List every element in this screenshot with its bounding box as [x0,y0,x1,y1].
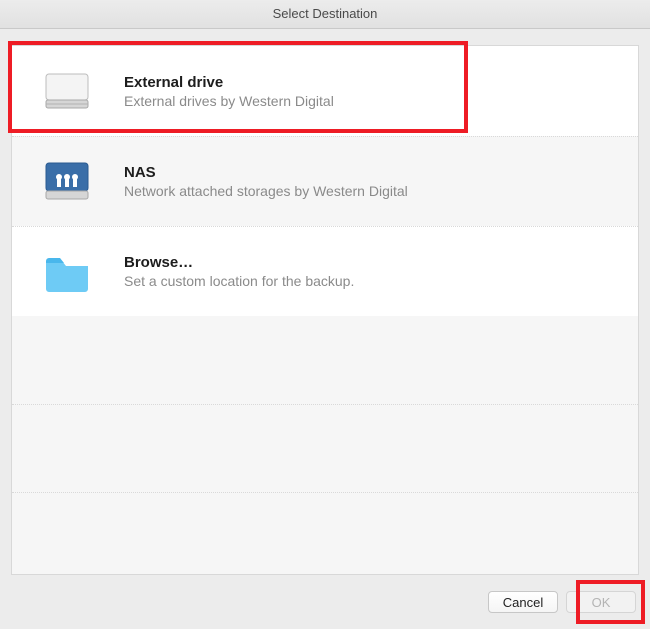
nas-drive-icon [40,155,94,209]
window-title: Select Destination [0,0,650,29]
destination-option-browse[interactable]: Browse… Set a custom location for the ba… [12,226,638,316]
destination-option-title: NAS [124,164,408,181]
empty-list-area [12,316,638,574]
destination-option-title: Browse… [124,254,354,271]
ok-button[interactable]: OK [566,591,636,613]
destination-option-subtitle: External drives by Western Digital [124,93,334,109]
destination-option-subtitle: Network attached storages by Western Dig… [124,183,408,199]
destination-option-subtitle: Set a custom location for the backup. [124,273,354,289]
destination-option-nas[interactable]: NAS Network attached storages by Western… [12,136,638,226]
destination-list-panel: External drive External drives by Wester… [11,45,639,575]
destination-option-external-drive[interactable]: External drive External drives by Wester… [12,46,638,136]
cancel-button[interactable]: Cancel [488,591,558,613]
dialog-footer: Cancel OK [0,575,650,629]
destination-option-title: External drive [124,74,334,91]
external-drive-icon [40,64,94,118]
folder-icon [40,245,94,299]
